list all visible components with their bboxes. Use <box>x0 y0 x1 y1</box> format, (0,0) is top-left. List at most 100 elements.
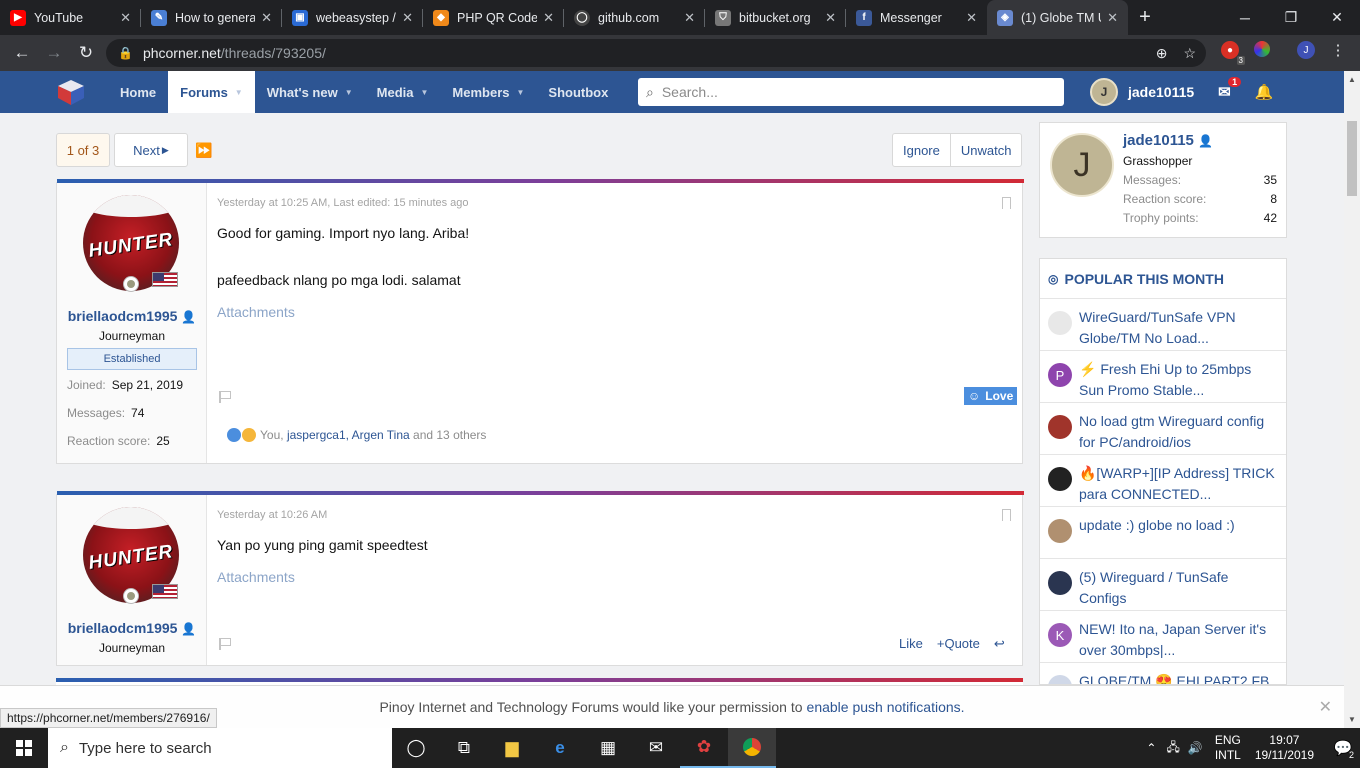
scrollbar-thumb[interactable] <box>1347 121 1357 196</box>
popular-item[interactable]: K NEW! Ito na, Japan Server it's over 30m… <box>1040 611 1286 663</box>
new-tab-icon[interactable]: + <box>1128 0 1162 35</box>
enable-notifications-link[interactable]: enable push notifications. <box>807 699 965 715</box>
popular-thread-link[interactable]: NEW! Ito na, Japan Server it's over 30mb… <box>1079 619 1276 661</box>
popular-item[interactable]: 🔥[WARP+][IP Address] TRICK para CONNECTE… <box>1040 455 1286 507</box>
nav-whats-new[interactable]: What's new ▼ <box>255 71 365 113</box>
popular-thread-link[interactable]: GLOBE/TM 😍.EHI PART2 FB + <box>1079 671 1276 684</box>
phcorner-logo[interactable] <box>56 78 86 106</box>
close-tab-icon[interactable]: ✕ <box>120 10 131 26</box>
bell-icon[interactable]: 🔔 <box>1255 83 1274 101</box>
store-icon[interactable]: ▦ <box>584 728 632 768</box>
scroll-up-icon[interactable]: ▲ <box>1348 75 1356 84</box>
reload-icon[interactable]: ↻ <box>70 43 102 63</box>
address-bar[interactable]: 🔒 phcorner.net/threads/793205/ ⊕ ☆ <box>106 39 1206 67</box>
love-reaction-button[interactable]: ☺ Love <box>964 387 1018 405</box>
close-tab-icon[interactable]: ✕ <box>1107 10 1118 26</box>
ignore-button[interactable]: Ignore <box>893 134 950 166</box>
popular-item[interactable]: WireGuard/TunSafe VPN Globe/TM No Load..… <box>1040 299 1286 351</box>
nav-home[interactable]: Home <box>108 71 168 113</box>
tab-github[interactable]: ◯ github.com ✕ <box>564 0 705 35</box>
nav-forums[interactable]: Forums ▼ <box>168 71 255 113</box>
reactions-summary[interactable]: You, jaspergca1, Argen Tina and 13 other… <box>227 428 486 442</box>
tab-how-to[interactable]: ✎ How to genera ✕ <box>141 0 282 35</box>
file-explorer-icon[interactable]: ▆ <box>488 728 536 768</box>
app-icon[interactable]: ✿ <box>680 728 728 768</box>
site-search-input[interactable]: ⌕ Search... <box>638 78 1064 106</box>
avatar[interactable] <box>1048 571 1072 595</box>
avatar[interactable]: K <box>1048 623 1072 647</box>
action-center-icon[interactable]: 💬 2 <box>1326 728 1360 768</box>
close-tab-icon[interactable]: ✕ <box>543 10 554 26</box>
like-button[interactable]: Like <box>899 636 923 652</box>
popular-item[interactable]: No load gtm Wireguard config for PC/andr… <box>1040 403 1286 455</box>
close-tab-icon[interactable]: ✕ <box>825 10 836 26</box>
post-timestamp[interactable]: Yesterday at 10:25 AM, Last edited: 15 m… <box>217 197 469 209</box>
popular-thread-link[interactable]: ⚡ Fresh Ehi Up to 25mbps Sun Promo Stabl… <box>1079 359 1276 401</box>
close-tab-icon[interactable]: ✕ <box>402 10 413 26</box>
last-page-icon[interactable]: ⏩ <box>192 133 216 167</box>
tab-bitbucket[interactable]: ⛉ bitbucket.org ✕ <box>705 0 846 35</box>
tab-messenger[interactable]: f Messenger ✕ <box>846 0 987 35</box>
mail-icon[interactable]: ✉ <box>632 728 680 768</box>
chevron-up-icon[interactable]: ⌃ <box>1146 741 1156 755</box>
minimize-icon[interactable]: ─ <box>1222 0 1268 35</box>
avatar[interactable] <box>1048 675 1072 684</box>
popular-item[interactable]: GLOBE/TM 😍.EHI PART2 FB + <box>1040 663 1286 684</box>
avatar[interactable]: J <box>1050 133 1114 197</box>
network-icon[interactable]: 🖧 <box>1166 738 1179 759</box>
menu-kebab-icon[interactable]: ⋮ <box>1331 41 1346 59</box>
quote-button[interactable]: +Quote <box>937 636 980 652</box>
close-window-icon[interactable]: ✕ <box>1314 0 1360 35</box>
nav-members[interactable]: Members ▼ <box>440 71 536 113</box>
tab-phcorner-active[interactable]: ◈ (1) Globe TM U ✕ <box>987 0 1128 35</box>
popular-thread-link[interactable]: (5) Wireguard / TunSafe Configs <box>1079 567 1276 609</box>
profile-name[interactable]: jade10115 👤 <box>1123 132 1213 149</box>
report-flag-icon[interactable] <box>219 391 231 403</box>
scroll-down-icon[interactable]: ▼ <box>1348 715 1356 724</box>
avatar[interactable]: P <box>1048 363 1072 387</box>
inbox-icon[interactable]: ✉ 1 <box>1218 77 1242 101</box>
tab-youtube[interactable]: ▶ YouTube ✕ <box>0 0 141 35</box>
chevron-down-icon[interactable]: ▼ <box>420 88 428 97</box>
close-icon[interactable]: ✕ <box>1319 697 1332 717</box>
bookmark-icon[interactable] <box>1002 509 1011 521</box>
unwatch-button[interactable]: Unwatch <box>949 134 1022 166</box>
nav-shoutbox[interactable]: Shoutbox <box>536 71 620 113</box>
react-names[interactable]: jaspergca1, Argen Tina <box>287 428 410 442</box>
page-scrollbar[interactable]: ▲ ▼ <box>1344 71 1360 728</box>
edge-icon[interactable]: e <box>536 728 584 768</box>
volume-icon[interactable]: 🔊 <box>1188 741 1203 755</box>
forward-icon[interactable]: → <box>38 43 70 63</box>
avatar[interactable] <box>1048 519 1072 543</box>
avatar[interactable] <box>1048 467 1072 491</box>
chevron-down-icon[interactable]: ▼ <box>235 88 243 97</box>
add-icon[interactable]: ⊕ <box>1156 45 1168 62</box>
bookmark-star-icon[interactable]: ☆ <box>1183 45 1196 62</box>
extension-icon-2[interactable] <box>1254 41 1270 57</box>
popular-thread-link[interactable]: No load gtm Wireguard config for PC/andr… <box>1079 411 1276 453</box>
close-tab-icon[interactable]: ✕ <box>684 10 695 26</box>
popular-thread-link[interactable]: 🔥[WARP+][IP Address] TRICK para CONNECTE… <box>1079 463 1276 505</box>
popular-thread-link[interactable]: WireGuard/TunSafe VPN Globe/TM No Load..… <box>1079 307 1276 349</box>
clock[interactable]: 19:07 19/11/2019 <box>1255 733 1314 763</box>
post-timestamp[interactable]: Yesterday at 10:26 AM <box>217 509 428 521</box>
extension-icon[interactable]: ● 3 <box>1221 41 1245 65</box>
nav-media[interactable]: Media ▼ <box>365 71 441 113</box>
language-indicator[interactable]: ENG INTL <box>1215 733 1241 763</box>
chevron-down-icon[interactable]: ▼ <box>345 88 353 97</box>
popular-item[interactable]: update :) globe no load :) <box>1040 507 1286 559</box>
react-others[interactable]: and 13 others <box>413 428 486 442</box>
popular-thread-link[interactable]: update :) globe no load :) <box>1079 515 1235 536</box>
windows-start-icon[interactable] <box>0 728 48 768</box>
post-author[interactable]: briellaodcm1995 👤 <box>57 620 207 636</box>
report-flag-icon[interactable] <box>219 638 231 650</box>
restore-icon[interactable]: ❐ <box>1268 0 1314 35</box>
tab-php-qr[interactable]: ◆ PHP QR Code ✕ <box>423 0 564 35</box>
avatar[interactable] <box>1048 415 1072 439</box>
back-icon[interactable]: ← <box>6 43 38 63</box>
bookmark-icon[interactable] <box>1002 197 1011 209</box>
page-current[interactable]: 1 of 3 <box>56 133 110 167</box>
task-view-icon[interactable]: ⧉ <box>440 728 488 768</box>
chrome-icon[interactable] <box>728 728 776 768</box>
close-tab-icon[interactable]: ✕ <box>261 10 272 26</box>
